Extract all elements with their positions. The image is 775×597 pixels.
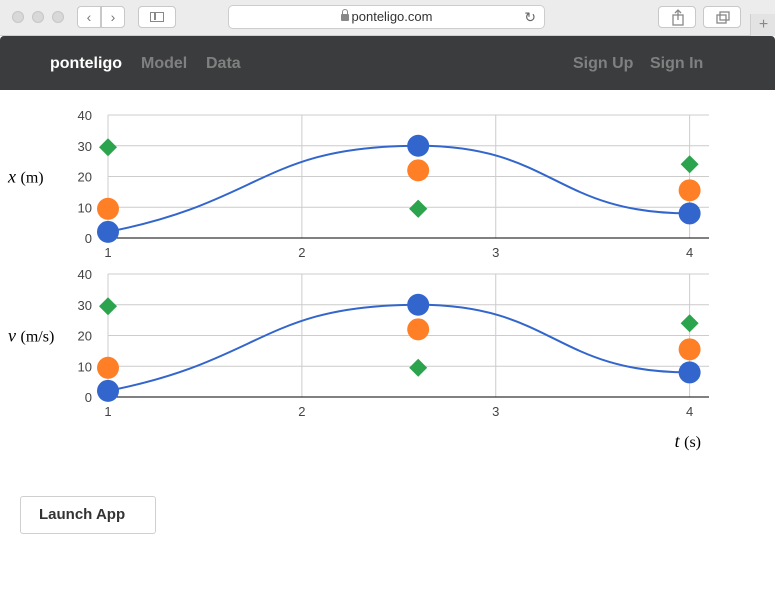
y-axis-var: x [7,167,21,187]
x-tick-label: 3 [492,245,499,260]
data-point [680,314,699,333]
y-axis-label: x (m) [7,167,44,187]
data-point [407,293,430,316]
y-axis-unit: (m) [21,170,44,187]
data-point [407,318,430,341]
data-point [678,338,701,361]
x-tick-label: 1 [104,404,111,419]
x-axis-label: t (s) [675,431,701,451]
x-tick-label: 2 [298,404,305,419]
y-axis-label: v (m/s) [8,326,54,346]
data-point [678,202,701,225]
data-point [407,159,430,182]
y-tick-label: 0 [85,231,92,246]
y-tick-label: 20 [78,329,92,344]
data-point [678,361,701,384]
y-tick-label: 0 [85,390,92,405]
chart-2: 0 10 20 30 40 1 2 3 4 v (m/s) t (s) [8,267,709,451]
y-axis-var: v [8,326,21,346]
data-point [97,356,119,379]
y-axis-unit: (m/s) [21,329,55,346]
y-tick-label: 10 [78,200,92,215]
x-tick-label: 4 [686,245,693,260]
y-tick-label: 40 [78,108,92,123]
y-tick-label: 20 [78,170,92,185]
data-point [407,134,430,157]
data-point [678,179,701,202]
x-axis-var: t [675,431,685,451]
fit-curve [107,144,690,233]
fit-curve [107,303,690,392]
data-point [97,197,119,220]
data-point [97,379,119,402]
x-tick-label: 4 [686,404,693,419]
launch-app-button[interactable]: Launch App [20,496,156,534]
y-tick-label: 30 [78,139,92,154]
data-point [680,155,699,174]
chart-1: 0 10 20 30 40 1 2 3 4 x (m) [7,108,709,260]
x-axis-unit: (s) [684,434,701,451]
data-point [409,358,428,377]
data-point [99,138,117,157]
y-tick-label: 10 [78,359,92,374]
x-tick-label: 1 [104,245,111,260]
data-point [99,297,117,316]
data-point [409,199,428,218]
x-tick-label: 3 [492,404,499,419]
x-tick-label: 2 [298,245,305,260]
y-tick-label: 30 [78,298,92,313]
data-point [97,220,119,243]
y-tick-label: 40 [78,267,92,282]
